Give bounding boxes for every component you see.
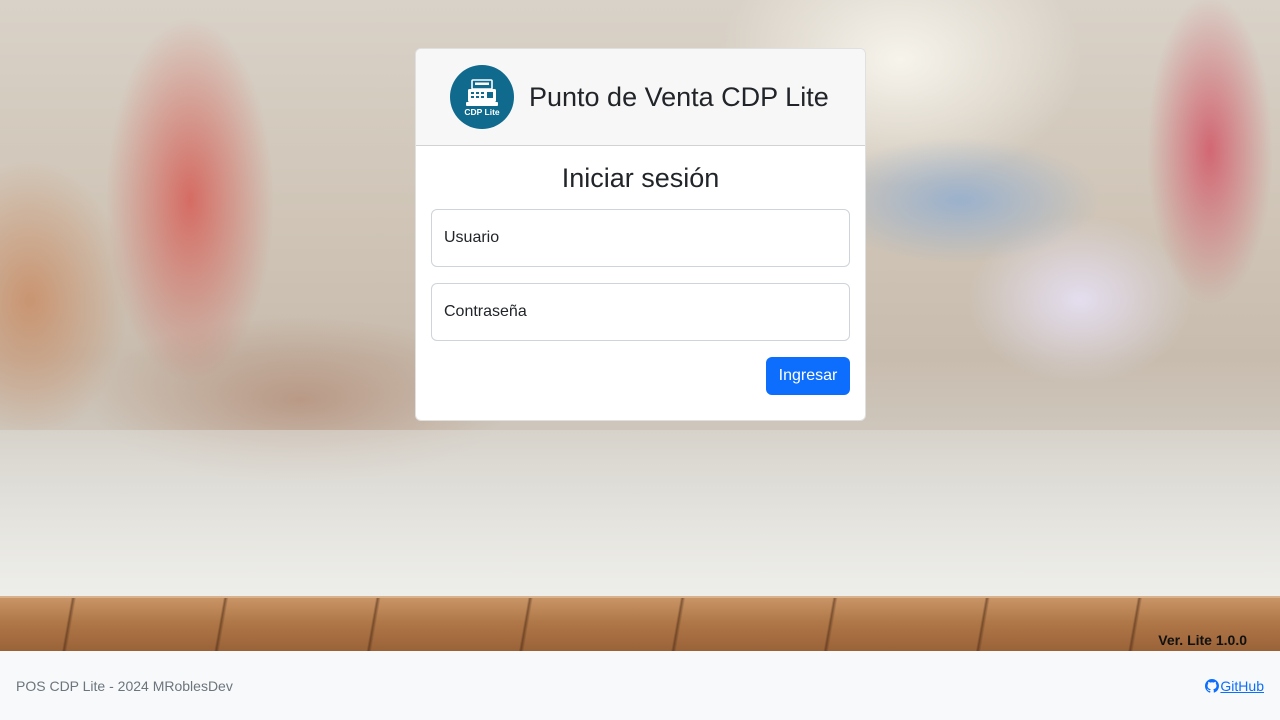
password-placeholder: Contraseña [444, 303, 527, 320]
wood-counter [0, 596, 1280, 651]
username-placeholder: Usuario [444, 229, 500, 246]
background-floor [0, 430, 1280, 596]
svg-text:CDP Lite: CDP Lite [464, 107, 500, 117]
version-label: Ver. Lite 1.0.0 [1158, 632, 1247, 648]
github-link[interactable]: GitHub [1205, 678, 1264, 694]
github-label: GitHub [1220, 677, 1264, 694]
footer-copyright: POS CDP Lite - 2024 MRoblesDev [16, 677, 233, 694]
form-actions: Ingresar [431, 357, 850, 395]
cash-register-logo-icon: CDP Lite [450, 65, 514, 129]
brand-title: Punto de Venta CDP Lite [529, 81, 829, 112]
github-icon [1205, 678, 1220, 693]
login-form: Iniciar sesión Usuario Contraseña Ingres… [416, 146, 865, 411]
card-header: CDP Lite Punto de Venta CDP Lite [416, 49, 865, 146]
footer: POS CDP Lite - 2024 MRoblesDev GitHub [0, 651, 1280, 720]
login-button[interactable]: Ingresar [766, 357, 850, 395]
login-heading: Iniciar sesión [561, 163, 720, 193]
login-card: CDP Lite Punto de Venta CDP Lite Iniciar… [415, 48, 866, 421]
password-input[interactable]: Contraseña [431, 283, 850, 341]
username-input[interactable]: Usuario [431, 209, 850, 267]
